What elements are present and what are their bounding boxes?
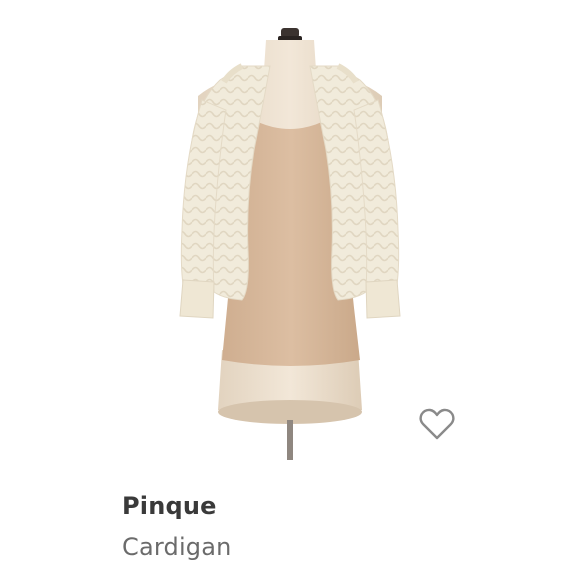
product-image[interactable] [150, 0, 430, 460]
product-category: Cardigan [122, 533, 232, 561]
mannequin-photo [179, 28, 401, 460]
favorite-button[interactable] [418, 407, 456, 441]
product-brand: Pinque [122, 492, 217, 520]
heart-outline-icon [419, 408, 455, 440]
product-card[interactable]: Pinque Cardigan [0, 0, 580, 580]
